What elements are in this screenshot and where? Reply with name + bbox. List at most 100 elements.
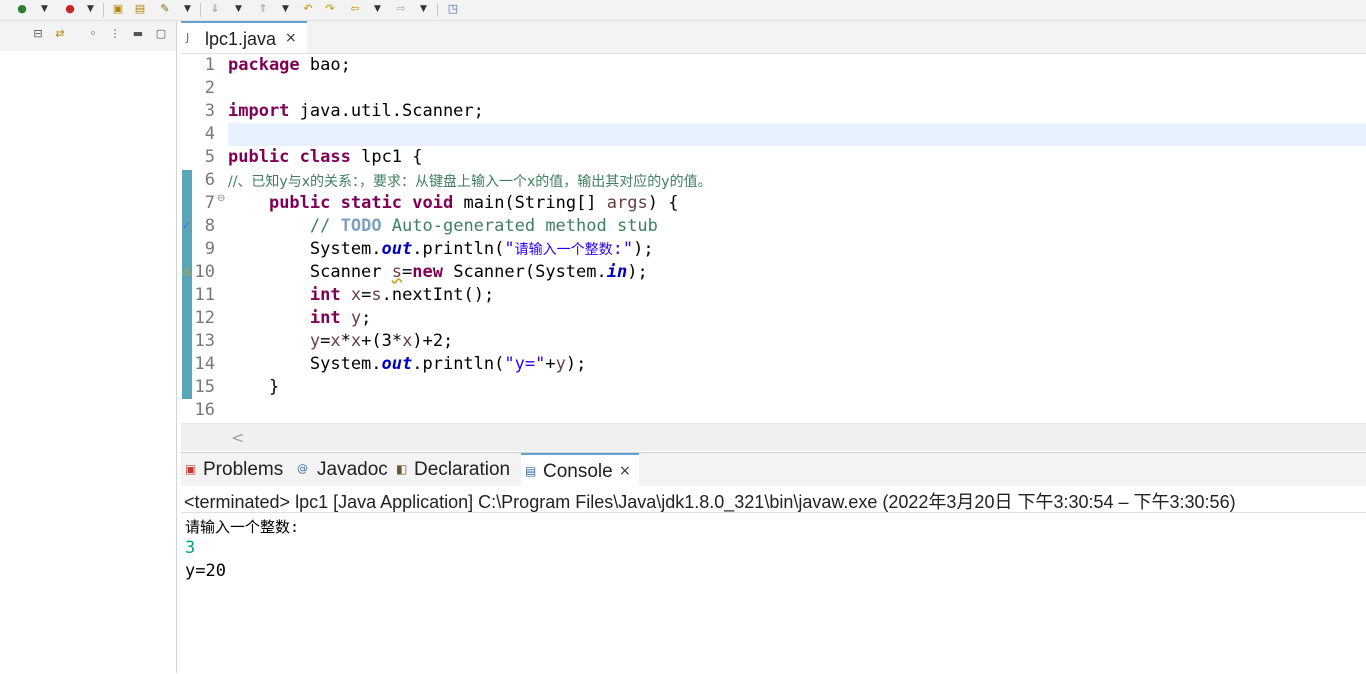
search-dropdown-icon[interactable]: ▼ (183, 2, 192, 16)
code-editor: J lpc1.java × 1 package bao; 2 3 import … (181, 21, 1366, 451)
last-edit-forward-icon[interactable]: ↷ (322, 2, 338, 16)
tab-label: Console (543, 461, 613, 482)
view-toolbar: ⊟ ⇄ ⚬ ⋮ ▬ ▢ (0, 21, 176, 51)
run-icon[interactable]: ● (62, 2, 78, 16)
line-number: 7 (204, 193, 215, 213)
prev-annotation-icon[interactable]: ⇑ (255, 2, 271, 16)
console-input-line: 3 (185, 538, 196, 558)
code-line: 1 package bao; (181, 54, 1366, 77)
editor-tab-lpc1[interactable]: J lpc1.java × (181, 21, 307, 53)
maximize-icon[interactable]: ▢ (154, 27, 168, 41)
line-number: 3 (204, 101, 215, 121)
console-icon: ▤ (525, 464, 537, 478)
prev-annotation-dropdown-icon[interactable]: ▼ (281, 2, 290, 16)
debug-dropdown-icon[interactable]: ▼ (40, 2, 49, 16)
line-number: 9 (204, 239, 215, 259)
search-icon[interactable]: ✎ (157, 2, 173, 16)
run-dropdown-icon[interactable]: ▼ (86, 2, 95, 16)
console-view: ▣ Problems @ Javadoc ◧ Declaration ▤ Con… (181, 452, 1366, 674)
code-line: ⚠ 10 Scanner s=new Scanner(System.in); (181, 261, 1366, 284)
line-number: 1 (204, 55, 215, 75)
code-text: int y; (309, 308, 372, 328)
tab-label: Javadoc (317, 459, 388, 480)
code-line: 4 (181, 123, 1366, 146)
code-line: 14 System.out.println("y="+y); (181, 353, 1366, 376)
task-marker-icon[interactable]: ✓ (182, 219, 191, 232)
tab-problems[interactable]: ▣ Problems (181, 453, 291, 486)
code-line: 16 (181, 399, 1366, 422)
line-number: 14 (194, 354, 215, 374)
code-line: 5 public class lpc1 { (181, 146, 1366, 169)
code-text: } (228, 377, 280, 397)
forward-dropdown-icon[interactable]: ▼ (419, 2, 428, 16)
code-line: 2 (181, 77, 1366, 100)
line-number: 8 (204, 216, 215, 236)
back-dropdown-icon[interactable]: ▼ (373, 2, 382, 16)
view-menu-icon[interactable]: ⋮ (108, 27, 122, 41)
line-number: 2 (204, 78, 215, 98)
line-number: 4 (204, 124, 215, 144)
line-number: 11 (194, 285, 215, 305)
filter-icon[interactable]: ⚬ (86, 27, 100, 41)
editor-tab-label: lpc1.java (205, 29, 277, 49)
code-line: 7 ⊖ public static void main(String[] arg… (181, 192, 1366, 215)
toolbar-separator (103, 3, 104, 17)
code-text: public static void main(String[] args) { (268, 193, 679, 213)
line-number: 16 (194, 400, 215, 420)
code-text: package bao; (228, 55, 351, 75)
process-status-text: <terminated> lpc1 [Java Application] C:\… (184, 492, 1236, 512)
code-text: System.out.println("请输入一个整数:"); (228, 239, 654, 259)
javadoc-icon: @ (297, 462, 308, 475)
declaration-icon: ◧ (396, 462, 408, 476)
close-icon[interactable]: × (285, 30, 297, 46)
line-number: 10 (194, 262, 215, 282)
collapse-all-icon[interactable]: ⊟ (31, 27, 45, 41)
toolbar-separator (437, 3, 438, 17)
fold-collapse-icon[interactable]: ⊖ (217, 193, 225, 204)
tab-console[interactable]: ▤ Console × (521, 453, 639, 486)
code-text-area[interactable]: 1 package bao; 2 3 import java.util.Scan… (181, 54, 1366, 422)
next-annotation-icon[interactable]: ⇓ (207, 2, 223, 16)
bottom-tab-bar: ▣ Problems @ Javadoc ◧ Declaration ▤ Con… (181, 453, 1366, 486)
code-text: // TODO Auto-generated method stub (309, 216, 658, 236)
code-line: 3 import java.util.Scanner; (181, 100, 1366, 123)
code-line: 12 int y; (181, 307, 1366, 330)
code-line: 15 } (181, 376, 1366, 399)
editor-tab-bar: J lpc1.java × (181, 21, 1366, 54)
java-file-icon: J (186, 31, 190, 44)
code-text: import java.util.Scanner; (228, 101, 484, 121)
open-type-icon[interactable]: ▣ (110, 2, 126, 16)
warning-marker-icon[interactable]: ⚠ (182, 265, 192, 278)
back-icon[interactable]: ⇦ (347, 2, 363, 16)
line-number: 6 (204, 170, 215, 190)
close-icon[interactable]: × (619, 463, 631, 479)
minimize-icon[interactable]: ▬ (131, 27, 145, 41)
pin-editor-icon[interactable]: ◳ (445, 2, 461, 16)
scroll-left-icon[interactable]: < (231, 428, 244, 447)
link-editor-icon[interactable]: ⇄ (53, 27, 67, 41)
code-text: System.out.println("y="+y); (228, 354, 587, 374)
code-line: ✓ 8 // TODO Auto-generated method stub (181, 215, 1366, 238)
forward-icon[interactable]: ⇨ (393, 2, 409, 16)
problems-icon: ▣ (185, 462, 197, 476)
toolbar-separator (200, 3, 201, 17)
last-edit-icon[interactable]: ↶ (300, 2, 316, 16)
line-number: 13 (194, 331, 215, 351)
horizontal-scrollbar[interactable]: < (181, 423, 1366, 451)
console-output-line: y=20 (185, 561, 226, 581)
code-line: 11 int x=s.nextInt(); (181, 284, 1366, 307)
open-folder-icon[interactable]: ▤ (132, 2, 148, 16)
tab-declaration[interactable]: ◧ Declaration (392, 453, 520, 486)
code-line: 9 System.out.println("请输入一个整数:"); (181, 238, 1366, 261)
code-text: y=x*x+(3*x)+2; (309, 331, 454, 351)
console-output-line: 请输入一个整数: (185, 518, 300, 536)
code-text: int x=s.nextInt(); (309, 285, 495, 305)
tab-javadoc[interactable]: @ Javadoc (293, 453, 393, 486)
debug-run-icon[interactable]: ● (14, 2, 30, 16)
tab-label: Problems (203, 459, 284, 480)
main-toolbar: ● ▼ ● ▼ ▣ ▤ ✎ ▼ ⇓ ▼ ⇑ ▼ ↶ ↷ ⇦ ▼ ⇨ ▼ ◳ (0, 0, 1366, 21)
code-text: //、已知y与x的关系：，要求：从键盘上输入一个x的值，输出其对应的y的值。 (228, 174, 712, 190)
line-number: 5 (204, 147, 215, 167)
line-number: 12 (194, 308, 215, 328)
next-annotation-dropdown-icon[interactable]: ▼ (234, 2, 243, 16)
